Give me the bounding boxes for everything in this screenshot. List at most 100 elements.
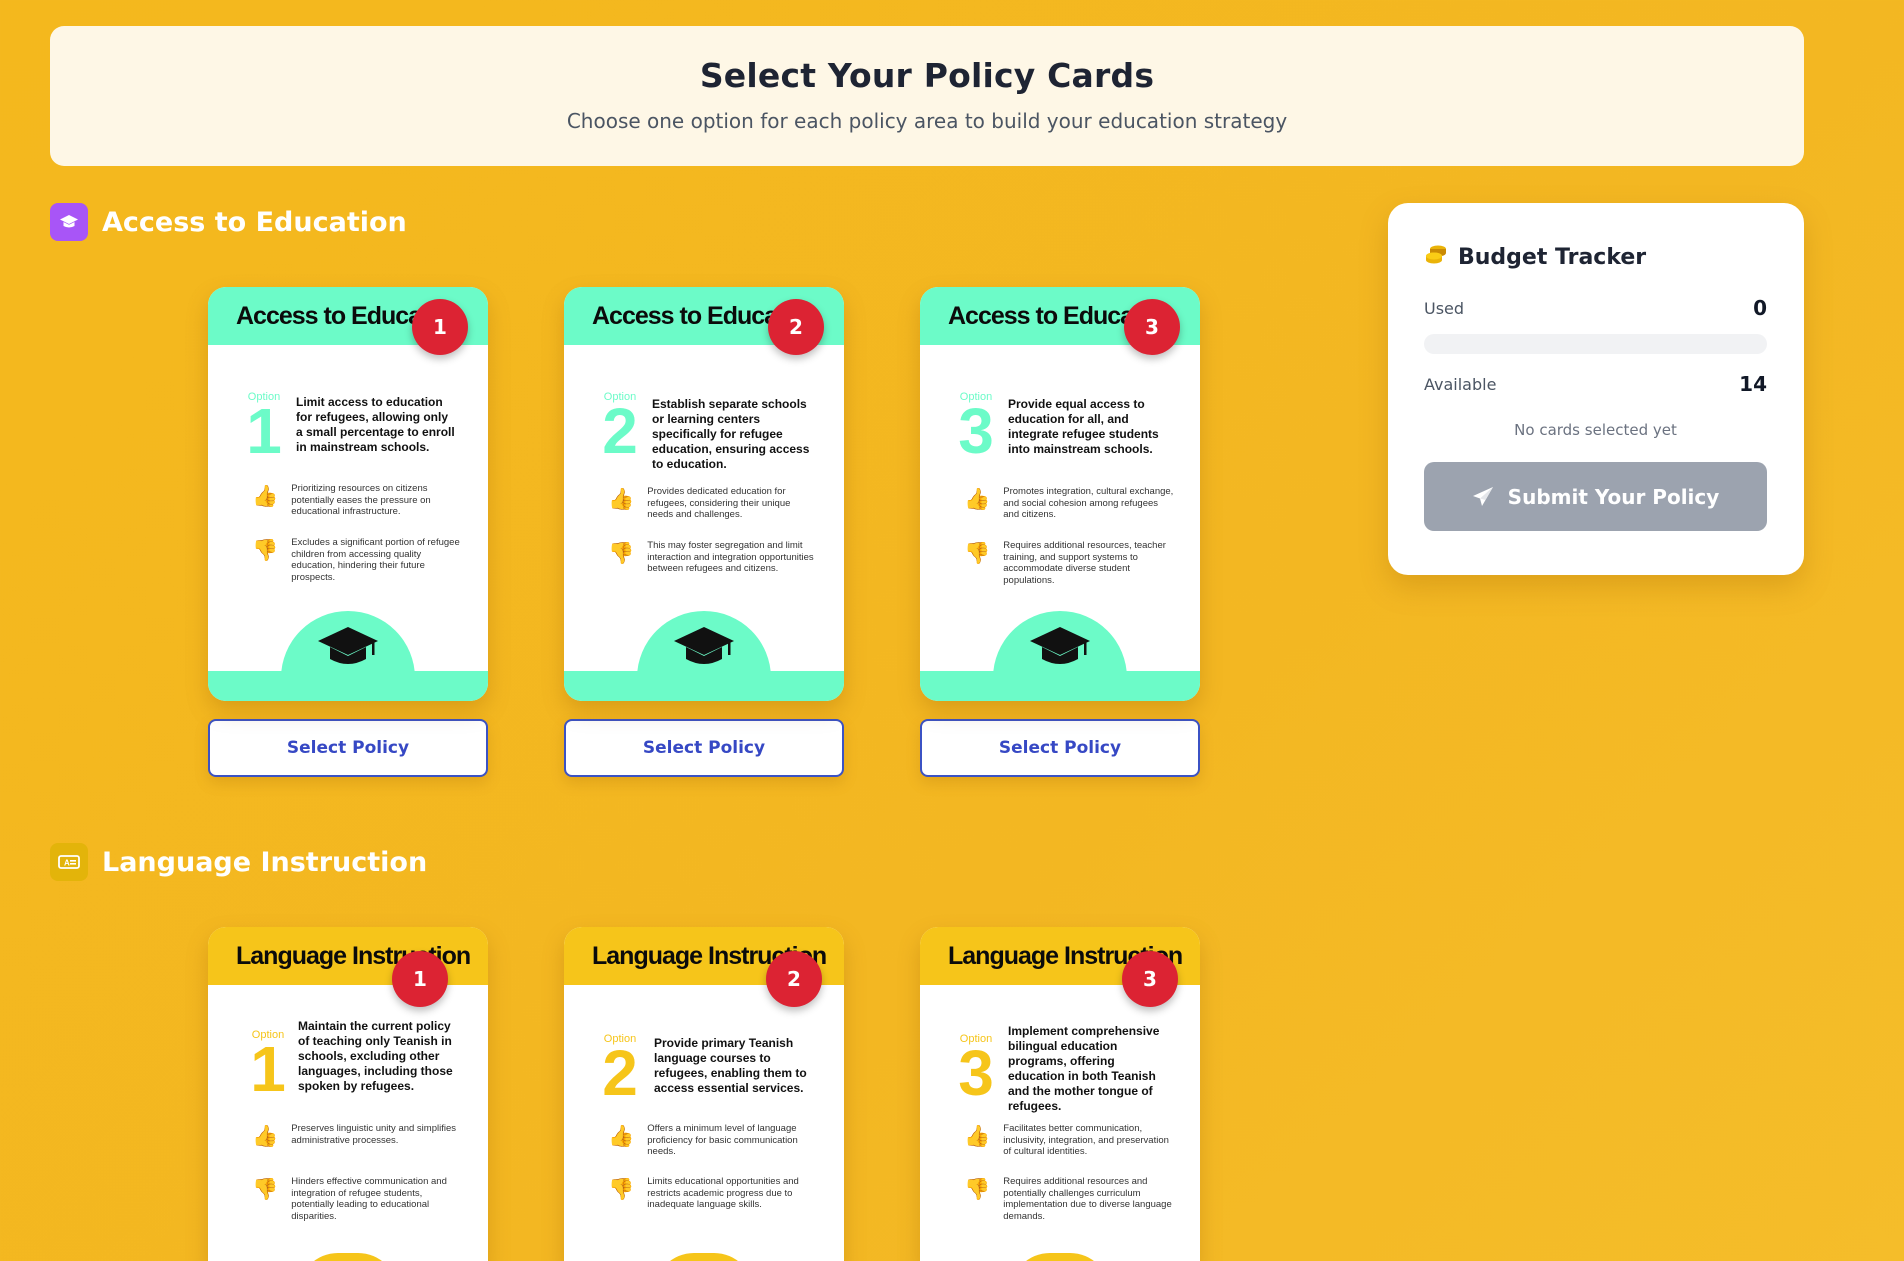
pro-text: Provides dedicated education for refugee…	[647, 486, 791, 520]
con-text: Hinders effective communication and inte…	[291, 1176, 447, 1222]
budget-tracker-panel: Budget Tracker Used 0 Available 14 No ca…	[1388, 203, 1804, 575]
available-row: Available 14	[1424, 372, 1767, 396]
option-badge: 2	[766, 951, 822, 1007]
option-title: Implement comprehensive bilingual educat…	[1008, 1024, 1160, 1113]
thumbs-up-icon: 👍	[608, 488, 635, 511]
page-title: Select Your Policy Cards	[699, 56, 1155, 95]
policy-card-access-2: Access to Education 2 Option 2 Establish…	[564, 287, 844, 777]
option-badge: 1	[412, 299, 468, 355]
card-footer-dome	[654, 1253, 754, 1261]
option-number-block: Option 2	[598, 391, 642, 467]
con-text: Excludes a significant portion of refuge…	[291, 537, 460, 583]
thumbs-up-icon: 👍	[608, 1125, 635, 1148]
pro-text: Offers a minimum level of language profi…	[647, 1123, 798, 1157]
thumbs-down-icon: 👎	[252, 539, 279, 562]
svg-text:A: A	[64, 859, 70, 868]
thumbs-down-icon: 👎	[964, 542, 991, 565]
thumbs-up-icon: 👍	[964, 1125, 991, 1148]
option-badge: 3	[1124, 299, 1180, 355]
card-footer-dome	[298, 1253, 398, 1261]
pro-text: Preserves linguistic unity and simplifie…	[291, 1123, 456, 1146]
thumbs-up-icon: 👍	[252, 485, 279, 508]
pro-row: 👍 Facilitates better communication, incl…	[964, 1123, 1174, 1158]
available-label: Available	[1424, 374, 1497, 394]
con-row: 👎 Limits educational opportunities and r…	[608, 1176, 818, 1211]
thumbs-up-icon: 👍	[964, 488, 991, 511]
option-badge: 1	[392, 951, 448, 1007]
graduation-cap-icon	[993, 611, 1127, 701]
pro-row: 👍 Provides dedicated education for refug…	[608, 486, 818, 521]
con-text: Limits educational opportunities and res…	[647, 1176, 799, 1210]
section-heading-language: A Language Instruction	[50, 843, 427, 881]
option-number-block: Option 1	[246, 1029, 290, 1105]
graduation-cap-icon	[637, 611, 771, 701]
pro-text: Facilitates better communication, inclus…	[1003, 1123, 1169, 1157]
pro-row: 👍 Offers a minimum level of language pro…	[608, 1123, 818, 1158]
option-title: Limit access to education for refugees, …	[296, 395, 455, 454]
tracker-header: Budget Tracker	[1424, 243, 1767, 272]
option-number: 3	[958, 395, 994, 467]
paper-plane-icon	[1472, 486, 1494, 508]
option-number-block: Option 2	[598, 1033, 642, 1109]
option-title: Establish separate schools or learning c…	[652, 397, 810, 471]
card-image: Access to Education 2 Option 2 Establish…	[564, 287, 844, 701]
option-number: 1	[250, 1033, 286, 1105]
section-heading-access: Access to Education	[50, 203, 407, 241]
card-image: Access to Education 1 Option 1 Limit acc…	[208, 287, 488, 701]
pro-row: 👍 Preserves linguistic unity and simplif…	[252, 1123, 462, 1149]
submit-policy-button[interactable]: Submit Your Policy	[1424, 462, 1767, 531]
pro-row: 👍 Prioritizing resources on citizens pot…	[252, 483, 462, 518]
card-image: Language Instruction 3 Option 3 Implemen…	[920, 927, 1200, 1261]
section-title: Access to Education	[102, 206, 407, 238]
option-number-block: Option 3	[954, 1033, 998, 1109]
card-image: Access to Education 3 Option 3 Provide e…	[920, 287, 1200, 701]
policy-card-access-3: Access to Education 3 Option 3 Provide e…	[920, 287, 1200, 777]
pro-text: Prioritizing resources on citizens poten…	[291, 483, 431, 517]
select-policy-button[interactable]: Select Policy	[208, 719, 488, 777]
card-footer-dome	[1010, 1253, 1110, 1261]
con-row: 👎 This may foster segregation and limit …	[608, 540, 818, 575]
thumbs-down-icon: 👎	[252, 1178, 279, 1201]
card-image: Language Instruction 1 Option 1 Maintain…	[208, 927, 488, 1261]
option-title: Maintain the current policy of teaching …	[298, 1019, 453, 1093]
used-value: 0	[1753, 296, 1767, 320]
con-text: This may foster segregation and limit in…	[647, 540, 814, 574]
option-number: 2	[602, 1037, 638, 1109]
select-policy-button[interactable]: Select Policy	[920, 719, 1200, 777]
con-row: 👎 Hinders effective communication and in…	[252, 1176, 462, 1222]
option-number: 2	[602, 395, 638, 467]
policy-card-language-3: Language Instruction 3 Option 3 Implemen…	[920, 927, 1200, 1261]
pro-text: Promotes integration, cultural exchange,…	[1003, 486, 1174, 520]
thumbs-down-icon: 👎	[608, 1178, 635, 1201]
empty-selection-message: No cards selected yet	[1514, 421, 1677, 439]
used-row: Used 0	[1424, 296, 1767, 320]
option-title: Provide equal access to education for al…	[1008, 397, 1159, 456]
option-badge: 3	[1122, 951, 1178, 1007]
option-number-block: Option 1	[242, 391, 286, 463]
select-policy-button[interactable]: Select Policy	[564, 719, 844, 777]
graduation-cap-icon	[50, 203, 88, 241]
submit-label: Submit Your Policy	[1507, 484, 1720, 509]
option-title: Provide primary Teanish language courses…	[654, 1036, 807, 1095]
tracker-title: Budget Tracker	[1458, 245, 1647, 270]
option-number: 3	[958, 1037, 994, 1109]
page-header: Select Your Policy Cards Choose one opti…	[50, 26, 1804, 166]
option-badge: 2	[768, 299, 824, 355]
available-value: 14	[1739, 372, 1767, 396]
section-title: Language Instruction	[102, 846, 428, 878]
con-row: 👎 Requires additional resources, teacher…	[964, 540, 1174, 586]
page-subtitle: Choose one option for each policy area t…	[566, 109, 1288, 133]
option-number-block: Option 3	[954, 391, 998, 467]
policy-card-language-2: Language Instruction 2 Option 2 Provide …	[564, 927, 844, 1261]
con-text: Requires additional resources and potent…	[1003, 1176, 1172, 1222]
used-label: Used	[1424, 298, 1465, 318]
language-icon: A	[50, 843, 88, 881]
thumbs-up-icon: 👍	[252, 1125, 279, 1148]
budget-progress-bar	[1424, 334, 1767, 354]
coins-icon	[1424, 243, 1448, 272]
con-text: Requires additional resources, teacher t…	[1003, 540, 1166, 586]
pro-row: 👍 Promotes integration, cultural exchang…	[964, 486, 1174, 521]
thumbs-down-icon: 👎	[608, 542, 635, 565]
policy-card-access-1: Access to Education 1 Option 1 Limit acc…	[208, 287, 488, 777]
graduation-cap-icon	[281, 611, 415, 701]
